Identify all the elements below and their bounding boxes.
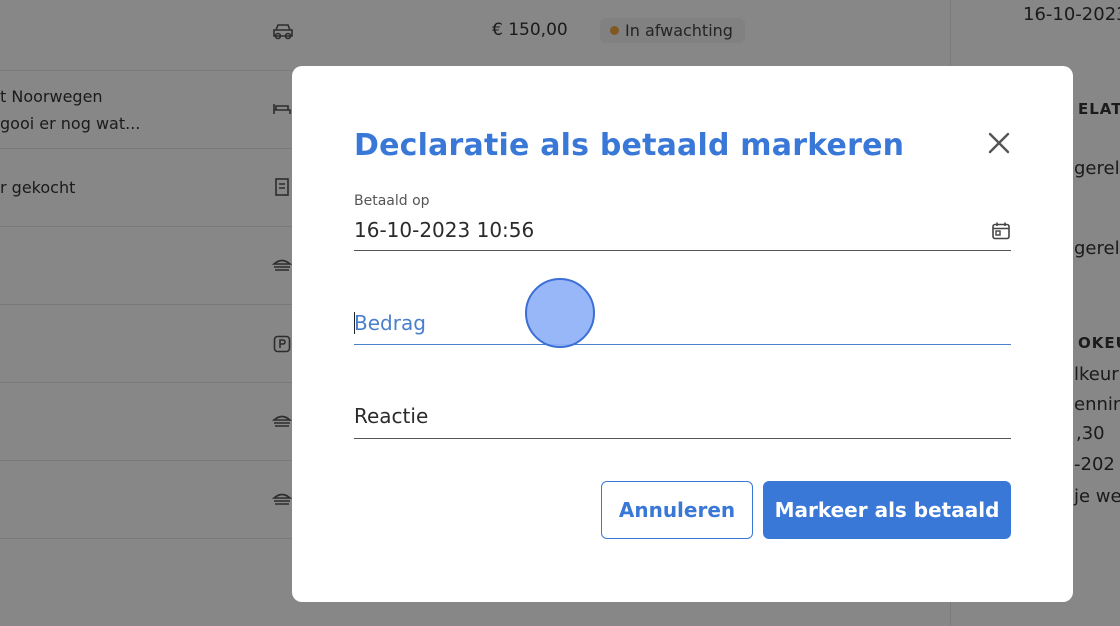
- close-button[interactable]: [986, 130, 1012, 156]
- amount-field[interactable]: Bedrag: [354, 306, 1011, 346]
- close-icon: [988, 132, 1010, 154]
- comment-input[interactable]: Reactie: [354, 404, 428, 428]
- comment-underline: [354, 438, 1011, 439]
- comment-field[interactable]: Reactie: [354, 404, 1011, 440]
- amount-underline: [354, 344, 1011, 345]
- calendar-icon[interactable]: [991, 221, 1011, 241]
- mark-as-paid-button[interactable]: Markeer als betaald: [763, 481, 1011, 539]
- paid-on-label: Betaald op: [354, 193, 430, 209]
- mark-paid-dialog: Declaratie als betaald markeren Betaald …: [292, 66, 1073, 602]
- paid-on-input[interactable]: 16-10-2023 10:56: [354, 218, 534, 242]
- paid-on-field[interactable]: Betaald op 16-10-2023 10:56: [354, 190, 1011, 252]
- pointer-indicator: [525, 278, 595, 348]
- amount-input[interactable]: Bedrag: [354, 311, 426, 335]
- dialog-title: Declaratie als betaald markeren: [354, 128, 905, 163]
- text-caret: [354, 312, 355, 334]
- paid-on-underline: [354, 250, 1011, 251]
- cancel-button[interactable]: Annuleren: [601, 481, 753, 539]
